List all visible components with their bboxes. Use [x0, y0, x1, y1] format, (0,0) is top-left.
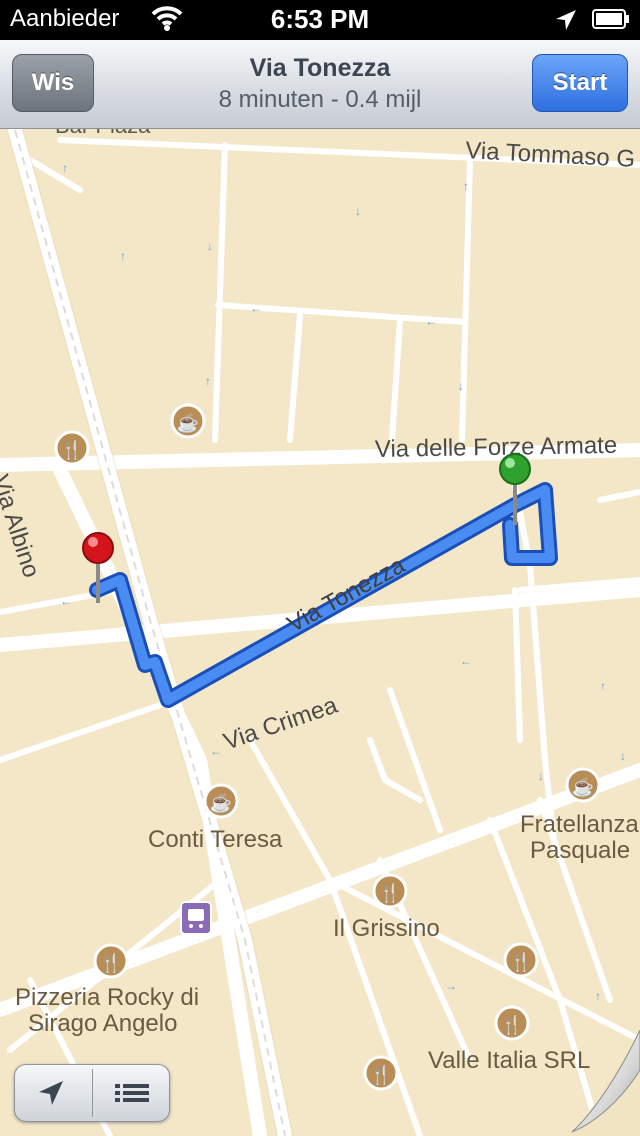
- coffee-icon[interactable]: ☕: [170, 403, 206, 439]
- svg-text:↑: ↑: [463, 179, 469, 193]
- svg-text:🍴: 🍴: [370, 1064, 392, 1086]
- svg-text:←: ←: [60, 594, 72, 608]
- coffee-icon[interactable]: ☕: [565, 767, 601, 803]
- location-arrow-icon: [556, 10, 576, 30]
- svg-text:☕: ☕: [177, 412, 199, 433]
- svg-text:←: ←: [250, 301, 262, 315]
- directions-list-button[interactable]: [93, 1065, 169, 1121]
- poi-pizzeria-rocky-2[interactable]: Sirago Angelo: [28, 1010, 177, 1037]
- poi-pizzeria-rocky[interactable]: Pizzeria Rocky di: [15, 984, 199, 1011]
- label-via-forze-armate: Via delle Forze Armate: [375, 432, 618, 463]
- current-location-button[interactable]: [15, 1065, 91, 1121]
- svg-text:↑: ↑: [595, 989, 601, 1003]
- battery-icon: [592, 9, 629, 29]
- map-view[interactable]: ↑↑↓ ↓↑← ←↑↓ ←↑← ↑↓← ↓↑→ ↓↓ Bar Plaza Via…: [0, 0, 640, 1136]
- svg-text:🍴: 🍴: [100, 952, 122, 974]
- coffee-icon[interactable]: ☕: [203, 783, 239, 819]
- svg-text:↑: ↑: [120, 249, 126, 263]
- navigation-bar: Wis Via Tonezza 8 minuten - 0.4 mijl Sta…: [0, 40, 640, 129]
- svg-text:↑: ↑: [600, 679, 606, 693]
- svg-text:☕: ☕: [210, 792, 232, 813]
- svg-text:↓: ↓: [538, 769, 544, 783]
- svg-text:↓: ↓: [355, 204, 361, 218]
- svg-text:↓: ↓: [458, 379, 464, 393]
- restaurant-icon[interactable]: 🍴: [54, 430, 90, 466]
- restaurant-icon[interactable]: 🍴: [372, 873, 408, 909]
- poi-conti-teresa[interactable]: Conti Teresa: [148, 826, 283, 853]
- svg-text:↓: ↓: [207, 239, 213, 253]
- svg-text:☕: ☕: [572, 776, 594, 797]
- svg-text:🍴: 🍴: [501, 1014, 523, 1036]
- svg-text:🍴: 🍴: [379, 882, 401, 904]
- start-button[interactable]: Start: [532, 54, 628, 112]
- svg-text:↓: ↓: [620, 749, 626, 763]
- svg-text:←: ←: [210, 744, 222, 758]
- page-curl-icon[interactable]: [566, 1030, 640, 1136]
- status-time: 6:53 PM: [270, 4, 370, 34]
- restaurant-icon[interactable]: 🍴: [494, 1005, 530, 1041]
- poi-fratellanza[interactable]: Fratellanza: [520, 811, 639, 838]
- train-station-icon[interactable]: [180, 901, 212, 935]
- svg-text:🍴: 🍴: [61, 439, 83, 461]
- restaurant-icon[interactable]: 🍴: [363, 1055, 399, 1091]
- svg-text:↑: ↑: [62, 161, 68, 175]
- poi-fratellanza-2[interactable]: Pasquale: [530, 837, 630, 864]
- list-icon: [115, 1084, 149, 1102]
- route-title: Via Tonezza: [249, 54, 391, 82]
- svg-text:↑: ↑: [205, 374, 211, 388]
- status-bar: Aanbieder 6:53 PM: [0, 0, 640, 40]
- svg-text:→: →: [445, 979, 457, 993]
- svg-text:🍴: 🍴: [510, 951, 532, 973]
- svg-text:←: ←: [425, 314, 437, 328]
- poi-il-grissino[interactable]: Il Grissino: [333, 915, 440, 942]
- svg-text:←: ←: [460, 654, 472, 668]
- restaurant-icon[interactable]: 🍴: [93, 943, 129, 979]
- route-summary: 8 minuten - 0.4 mijl: [218, 86, 422, 113]
- restaurant-icon[interactable]: 🍴: [503, 942, 539, 978]
- map-toolbar: [14, 1064, 170, 1122]
- clear-route-button[interactable]: Wis: [12, 54, 94, 112]
- location-arrow-icon: [39, 1081, 63, 1105]
